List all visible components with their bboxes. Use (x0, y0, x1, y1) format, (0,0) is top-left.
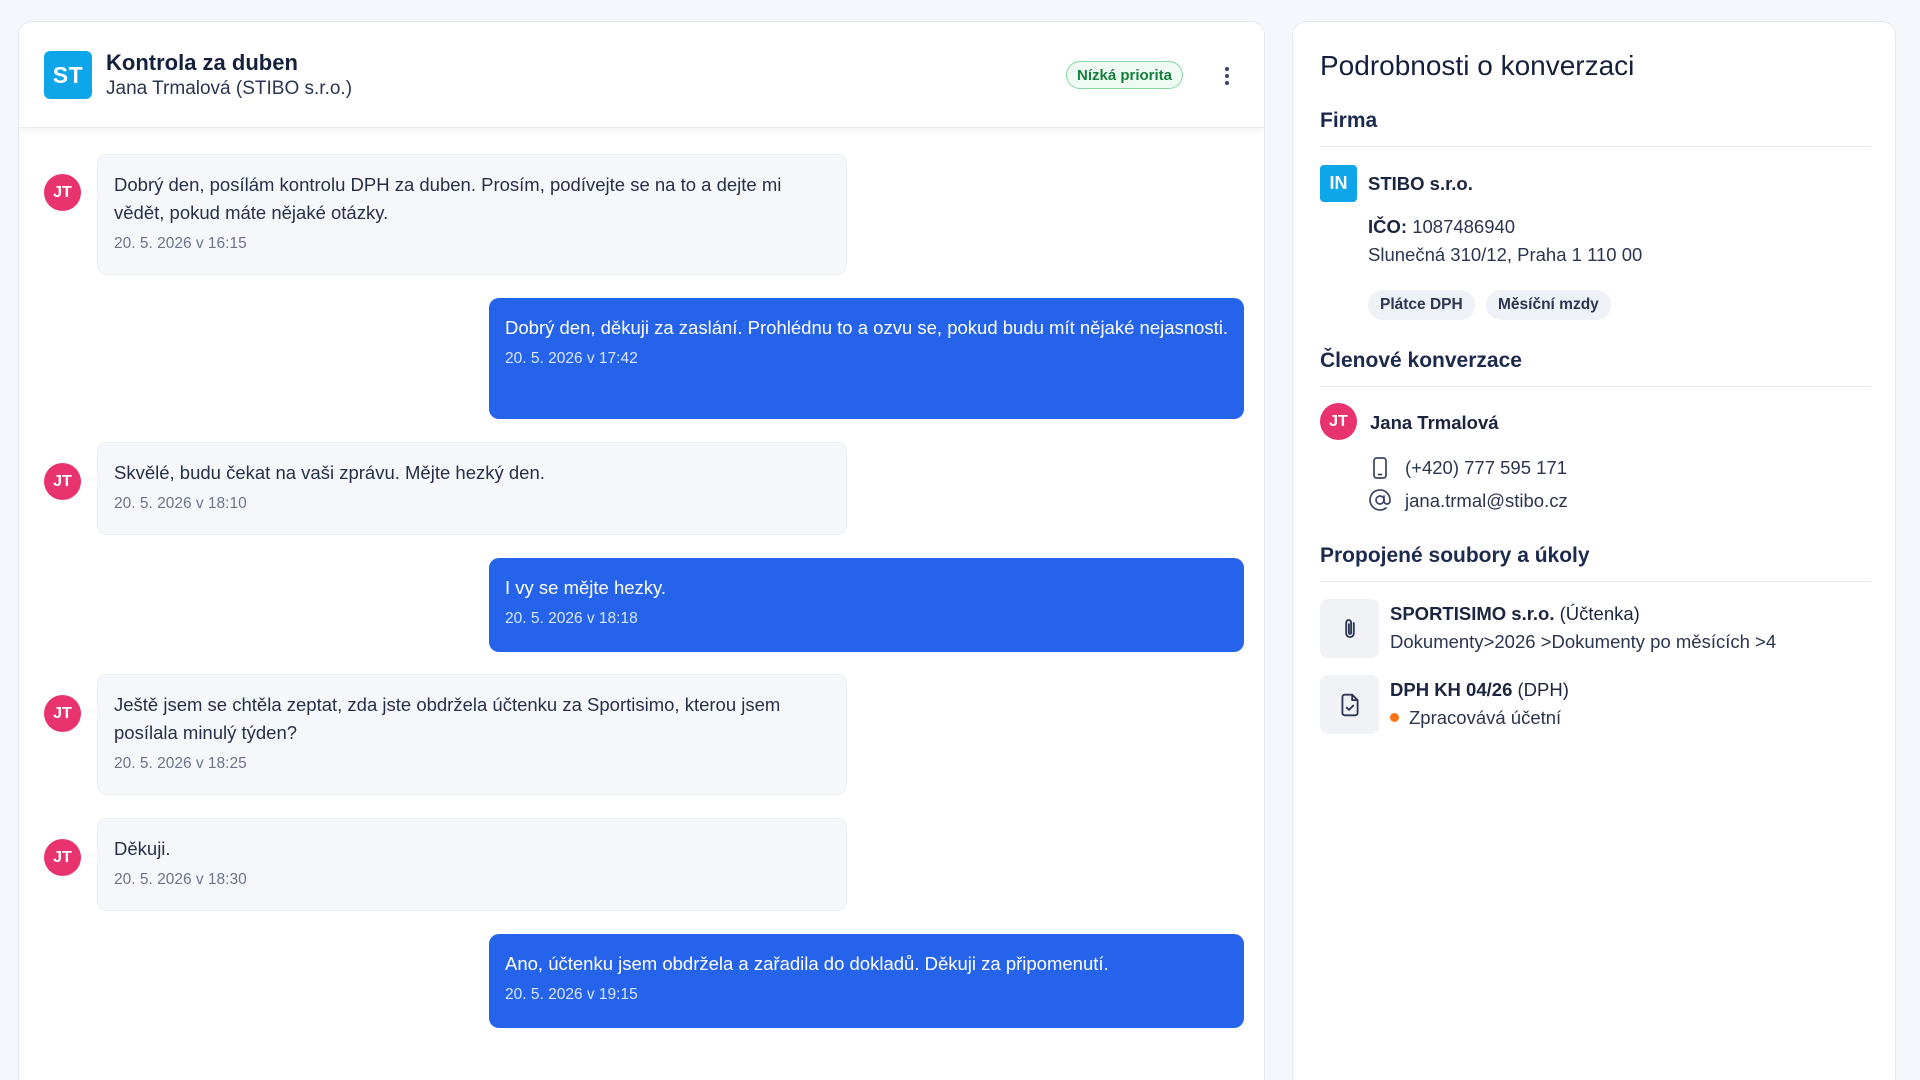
conversation-title: Kontrola za duben (106, 50, 298, 75)
message-timestamp: 20. 5. 2026 v 18:30 (114, 871, 247, 888)
linked-item-icon-box (1320, 599, 1379, 658)
tag-vat-payer: Plátce DPH (1368, 290, 1475, 320)
linked-item-path: Dokumenty>2026 >Dokumenty po měsících >4 (1390, 631, 1777, 652)
linked-item-status: Zpracovává účetní (1390, 707, 1561, 729)
company-ico: IČO: 1087486940 (1368, 216, 1515, 238)
member-name[interactable]: Jana Trmalová (1370, 412, 1499, 434)
divider (1320, 146, 1871, 147)
company-name[interactable]: STIBO s.r.o. (1368, 173, 1473, 195)
linked-item-type: (Účtenka) (1559, 603, 1640, 624)
linked-item-title: SPORTISIMO s.r.o. (1390, 603, 1555, 624)
conversation-panel: ST Kontrola za duben Jana Trmalová (STIB… (18, 21, 1265, 1080)
message-avatar: JT (44, 695, 81, 732)
message-text: Ano, účtenku jsem obdržela a zařadila do… (505, 953, 1109, 974)
linked-item-vat-task[interactable]: DPH KH 04/26 (DPH) Zpracovává účetní (1320, 675, 1880, 735)
message-avatar: JT (44, 463, 81, 500)
message-timestamp: 20. 5. 2026 v 18:10 (114, 495, 247, 512)
message-avatar: JT (44, 174, 81, 211)
company-ico-label: IČO: (1368, 216, 1408, 237)
linked-item-icon-box (1320, 675, 1379, 734)
more-options-button[interactable] (1215, 63, 1239, 89)
message-bubble-incoming: Děkuji. 20. 5. 2026 v 18:30 (97, 818, 847, 911)
message-text: Děkuji. (114, 838, 171, 859)
message-timestamp: 20. 5. 2026 v 17:42 (505, 350, 638, 367)
app-root: ST Kontrola za duben Jana Trmalová (STIB… (0, 0, 1920, 1080)
message-timestamp: 20. 5. 2026 v 16:15 (114, 235, 247, 252)
linked-item-type: (DPH) (1517, 679, 1569, 700)
message-bubble-incoming: Dobrý den, posílám kontrolu DPH za duben… (97, 154, 847, 275)
conversation-header: ST Kontrola za duben Jana Trmalová (STIB… (19, 22, 1264, 128)
details-title: Podrobnosti o konverzaci (1320, 50, 1635, 81)
message-text: Skvělé, budu čekat na vaši zprávu. Mějte… (114, 462, 545, 483)
linked-item-title-row: SPORTISIMO s.r.o. (Účtenka) (1390, 603, 1640, 625)
divider (1320, 386, 1871, 387)
phone-icon (1373, 457, 1387, 479)
divider (1320, 581, 1871, 582)
message-avatar: JT (44, 839, 81, 876)
conversation-subtitle: Jana Trmalová (STIBO s.r.o.) (106, 78, 353, 99)
company-ico-value: 1087486940 (1412, 216, 1516, 237)
linked-item-receipt[interactable]: SPORTISIMO s.r.o. (Účtenka) Dokumenty>20… (1320, 599, 1880, 659)
message-text: Ještě jsem se chtěla zeptat, zda jste ob… (114, 694, 781, 743)
member-phone[interactable]: (+420) 777 595 171 (1405, 457, 1567, 479)
paperclip-icon (1344, 618, 1355, 638)
member-avatar: JT (1320, 403, 1357, 440)
section-title-linked: Propojené soubory a úkoly (1320, 544, 1590, 567)
message-bubble-outgoing: Ano, účtenku jsem obdržela a zařadila do… (489, 934, 1244, 1028)
dot-icon (1225, 67, 1229, 71)
dot-icon (1225, 74, 1229, 78)
linked-item-title-row: DPH KH 04/26 (DPH) (1390, 679, 1569, 701)
dot-icon (1225, 81, 1229, 85)
section-title-company: Firma (1320, 109, 1378, 132)
message-timestamp: 20. 5. 2026 v 19:15 (505, 986, 638, 1003)
status-dot-icon (1390, 712, 1399, 722)
linked-item-status-text: Zpracovává účetní (1409, 707, 1562, 728)
message-bubble-outgoing: I vy se mějte hezky. 20. 5. 2026 v 18:18 (489, 558, 1244, 652)
message-bubble-incoming: Ještě jsem se chtěla zeptat, zda jste ob… (97, 674, 847, 795)
linked-item-title: DPH KH 04/26 (1390, 679, 1513, 700)
message-timestamp: 20. 5. 2026 v 18:25 (114, 755, 247, 772)
message-text: Dobrý den, posílám kontrolu DPH za duben… (114, 174, 782, 223)
tag-monthly-payroll: Měsíční mzdy (1486, 290, 1611, 320)
document-check-icon (1340, 693, 1359, 716)
company-address: Slunečná 310/12, Praha 1 110 00 (1368, 244, 1643, 265)
company-logo: IN (1320, 165, 1357, 202)
message-bubble-incoming: Skvělé, budu čekat na vaši zprávu. Mějte… (97, 442, 847, 535)
message-timestamp: 20. 5. 2026 v 18:18 (505, 610, 638, 627)
conversation-avatar: ST (44, 51, 92, 99)
message-text: Dobrý den, děkuji za zaslání. Prohlédnu … (505, 317, 1228, 338)
conversation-details-panel: Podrobnosti o konverzaci Firma IN STIBO … (1292, 21, 1896, 1080)
priority-badge[interactable]: Nízká priorita (1066, 61, 1184, 89)
section-title-members: Členové konverzace (1320, 349, 1522, 372)
message-bubble-outgoing: Dobrý den, děkuji za zaslání. Prohlédnu … (489, 298, 1244, 419)
at-sign-icon (1369, 489, 1391, 511)
message-list: JT Dobrý den, posílám kontrolu DPH za du… (19, 128, 1264, 1080)
message-text: I vy se mějte hezky. (505, 577, 667, 598)
member-email[interactable]: jana.trmal@stibo.cz (1405, 490, 1568, 512)
